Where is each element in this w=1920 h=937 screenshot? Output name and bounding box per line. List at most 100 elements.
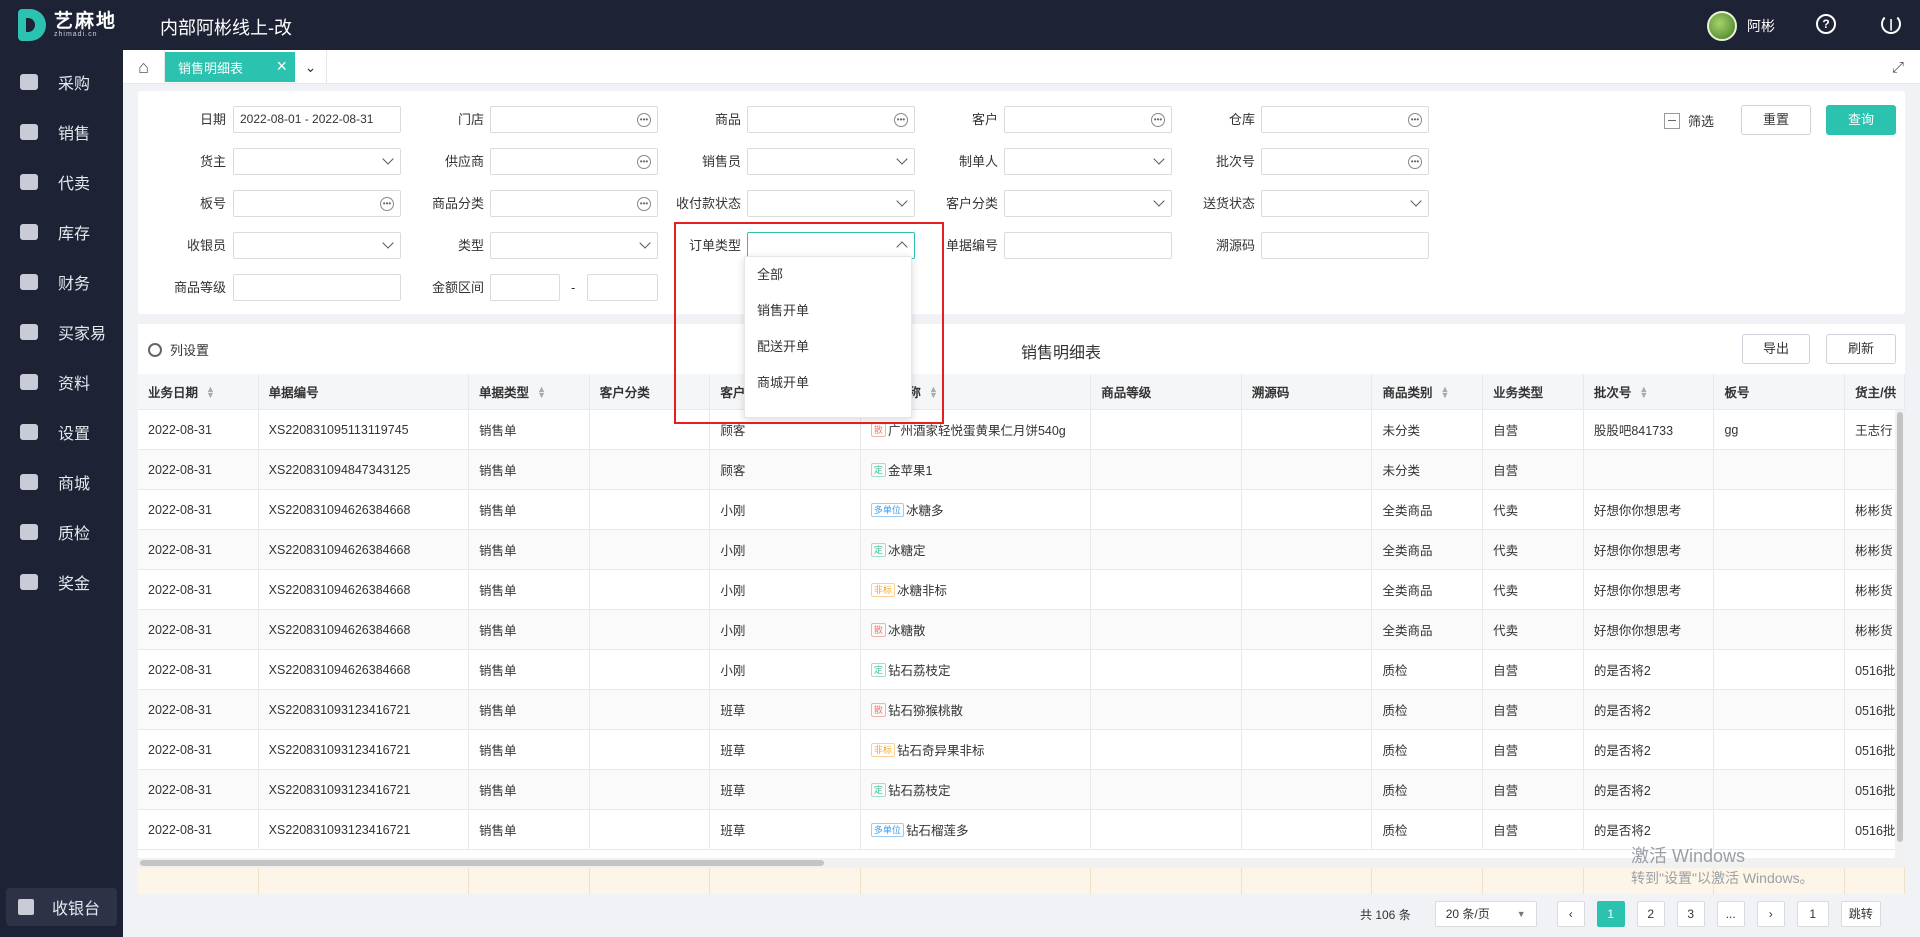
sidebar-item-mall[interactable]: 商城 bbox=[0, 457, 123, 507]
sidebar-item-data[interactable]: 资料 bbox=[0, 357, 123, 407]
sort-icon[interactable]: ▲ ▼ bbox=[1440, 384, 1449, 399]
column-header[interactable]: 商品类别 ▲ ▼ bbox=[1372, 374, 1484, 409]
sidebar-item-finance[interactable]: 财务 bbox=[0, 257, 123, 307]
sort-icon[interactable]: ▲ ▼ bbox=[1639, 384, 1648, 399]
page-3-button[interactable]: 3 bbox=[1676, 901, 1705, 927]
column-header[interactable]: 业务日期 ▲ ▼ bbox=[138, 374, 259, 409]
column-header[interactable]: 货主/供 bbox=[1845, 374, 1905, 409]
cell-text: 钻石榴莲多 bbox=[905, 824, 969, 838]
board-input[interactable]: ••• bbox=[233, 190, 401, 217]
batch-input[interactable]: ••• bbox=[1261, 148, 1429, 175]
table-cell: 销售单 bbox=[469, 730, 590, 769]
salesperson-select[interactable] bbox=[747, 148, 915, 175]
table-row[interactable]: 2022-08-31 XS220831095113119745 销售单 顾客散广州酒家… bbox=[138, 410, 1905, 450]
tab-sales-detail[interactable]: 销售明细表 × bbox=[165, 52, 295, 82]
help-icon[interactable]: ? bbox=[1816, 14, 1836, 34]
column-header[interactable]: 板号 bbox=[1714, 374, 1846, 409]
delivery-status-select[interactable] bbox=[1261, 190, 1429, 217]
payment-status-select[interactable] bbox=[747, 190, 915, 217]
chevron-down-icon[interactable]: ⌄ bbox=[295, 50, 327, 84]
sort-icon[interactable]: ▲ ▼ bbox=[537, 384, 546, 399]
table-row[interactable]: 2022-08-31 XS220831093123416721 销售单 班草 定钻石荔枝… bbox=[138, 770, 1905, 810]
user-menu[interactable]: 阿彬 bbox=[1707, 11, 1775, 41]
product-input[interactable]: ••• bbox=[747, 106, 915, 133]
type-select[interactable] bbox=[490, 232, 658, 259]
sidebar-item-purchase[interactable]: 采购 bbox=[0, 57, 123, 107]
close-icon[interactable]: × bbox=[276, 57, 287, 75]
home-icon[interactable]: ⌂ bbox=[123, 50, 165, 84]
amount-max-input[interactable] bbox=[587, 274, 658, 301]
prev-page-button[interactable]: ‹ bbox=[1556, 901, 1585, 927]
column-header[interactable]: 溯源码 bbox=[1242, 374, 1373, 409]
page-ellipsis[interactable]: ... bbox=[1716, 901, 1745, 927]
fullscreen-icon[interactable]: ⤢ bbox=[1892, 59, 1904, 76]
warehouse-input[interactable]: ••• bbox=[1261, 106, 1429, 133]
checkbox-icon[interactable] bbox=[1664, 112, 1680, 129]
reset-button[interactable]: 重置 bbox=[1741, 105, 1811, 135]
table-cell: 好想你你想思考 bbox=[1584, 490, 1715, 529]
column-header[interactable]: 单据类型 ▲ ▼ bbox=[469, 374, 590, 409]
query-button[interactable]: 查询 bbox=[1826, 105, 1896, 135]
column-header[interactable]: 商品等级 bbox=[1091, 374, 1242, 409]
table-row[interactable]: 2022-08-31 XS220831094626384668 销售单 小刚 散冰糖散 全… bbox=[138, 610, 1905, 650]
sidebar-item-qc[interactable]: 质检 bbox=[0, 507, 123, 557]
cashier-button[interactable]: 收银台 bbox=[6, 888, 117, 926]
category-input[interactable]: ••• bbox=[490, 190, 658, 217]
basket-icon bbox=[20, 524, 38, 540]
user-name[interactable]: 阿彬 bbox=[1747, 16, 1775, 36]
date-range-input[interactable]: 2022-08-01 - 2022-08-31 bbox=[233, 106, 401, 133]
column-header[interactable]: 单据编号 bbox=[259, 374, 470, 409]
vertical-scrollbar[interactable] bbox=[1895, 410, 1905, 858]
scroll-thumb[interactable] bbox=[1897, 412, 1903, 842]
table-cell: XS220831093123416721 bbox=[259, 770, 470, 809]
refresh-button[interactable]: 刷新 bbox=[1826, 334, 1896, 364]
more-icon[interactable]: ••• bbox=[1408, 155, 1422, 169]
table-row[interactable]: 2022-08-31 XS220831094626384668 销售单 小刚 多单位 冰糖… bbox=[138, 490, 1905, 530]
sidebar-item-inventory[interactable]: 库存 bbox=[0, 207, 123, 257]
sidebar-item-consign[interactable]: 代卖 bbox=[0, 157, 123, 207]
category-label: 商品分类 bbox=[431, 196, 484, 211]
store-input[interactable]: ••• bbox=[490, 106, 658, 133]
table-row[interactable]: 2022-08-31 XS220831094847343125 销售单 顾客 定金苹果1… bbox=[138, 450, 1905, 490]
grade-input[interactable] bbox=[233, 274, 401, 301]
table-cell: 2022-08-31 bbox=[138, 650, 259, 689]
sidebar-item-sales[interactable]: 销售 bbox=[0, 107, 123, 157]
avatar[interactable] bbox=[1707, 11, 1737, 41]
page-1-button[interactable]: 1 bbox=[1596, 901, 1625, 927]
table-cell: 散冰糖散 bbox=[861, 610, 1092, 649]
customer-category-select[interactable] bbox=[1004, 190, 1172, 217]
sidebar-item-settings[interactable]: 设置 bbox=[0, 407, 123, 457]
supplier-input[interactable]: ••• bbox=[490, 148, 658, 175]
customer-input[interactable]: ••• bbox=[1004, 106, 1172, 133]
creator-select[interactable] bbox=[1004, 148, 1172, 175]
trace-code-input[interactable] bbox=[1261, 232, 1429, 259]
sidebar-item-bonus[interactable]: 奖金 bbox=[0, 557, 123, 607]
jump-button[interactable]: 跳转 bbox=[1840, 901, 1881, 927]
table-cell: 自营 bbox=[1483, 410, 1584, 449]
amount-min-input[interactable] bbox=[490, 274, 560, 301]
brand-logo[interactable]: 艺麻地 zhimadi.cn bbox=[18, 9, 117, 41]
next-page-button[interactable]: › bbox=[1756, 901, 1785, 927]
sort-icon[interactable]: ▲ ▼ bbox=[206, 384, 215, 399]
table-row[interactable]: 2022-08-31 XS220831094626384668 销售单 小刚 定冰糖定 全… bbox=[138, 530, 1905, 570]
table-row[interactable]: 2022-08-31 XS220831094626384668 销售单 小刚 定钻石荔枝… bbox=[138, 650, 1905, 690]
owner-select[interactable] bbox=[233, 148, 401, 175]
page-2-button[interactable]: 2 bbox=[1636, 901, 1665, 927]
sidebar-item-buyer[interactable]: 买家易 bbox=[0, 307, 123, 357]
page-size-select[interactable]: 20 条/页 ▼ bbox=[1434, 901, 1537, 927]
table-row[interactable]: 2022-08-31 XS220831093123416721 销售单 班草 非标 钻石奇… bbox=[138, 730, 1905, 770]
more-icon[interactable]: ••• bbox=[1408, 113, 1422, 127]
column-header[interactable]: 业务类型 bbox=[1483, 374, 1584, 409]
power-icon[interactable]: | bbox=[1881, 14, 1901, 34]
jump-page-input[interactable]: 1 bbox=[1796, 901, 1829, 927]
scroll-thumb[interactable] bbox=[140, 860, 824, 866]
column-header-label: 溯源码 bbox=[1251, 386, 1290, 400]
table-row[interactable]: 2022-08-31 XS220831094626384668 销售单 小刚 非标 冰糖非… bbox=[138, 570, 1905, 610]
cashier-select[interactable] bbox=[233, 232, 401, 259]
filter-checkbox[interactable]: 筛选 bbox=[1664, 111, 1714, 130]
table-cell: 自营 bbox=[1483, 770, 1584, 809]
column-header[interactable]: 批次号 ▲ ▼ bbox=[1584, 374, 1715, 409]
table-row[interactable]: 2022-08-31 XS220831093123416721 销售单 班草 散钻石猕猴… bbox=[138, 690, 1905, 730]
export-button[interactable]: 导出 bbox=[1742, 334, 1810, 364]
doc-no-input[interactable] bbox=[1004, 232, 1172, 259]
